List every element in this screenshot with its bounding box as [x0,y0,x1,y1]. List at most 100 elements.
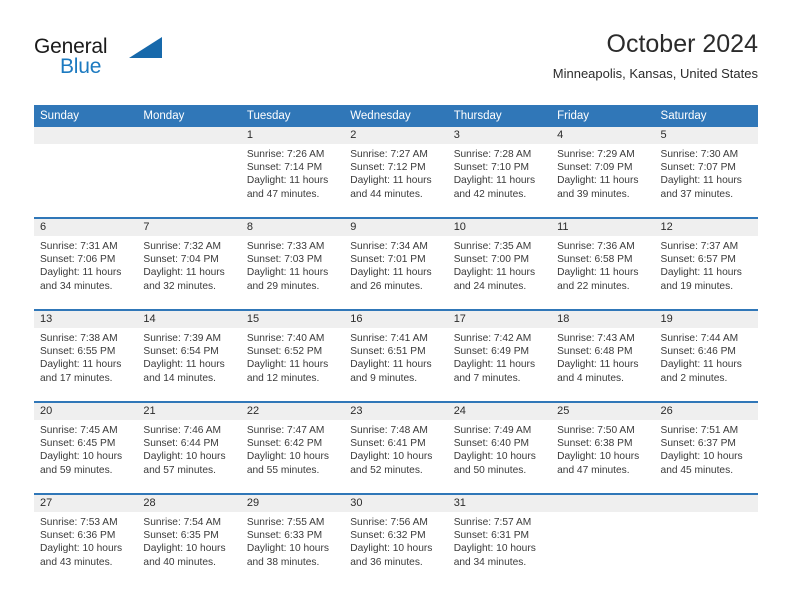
day-details: Sunrise: 7:56 AM Sunset: 6:32 PM Daylight:… [344,512,447,569]
sunset-text: Sunset: 7:01 PM [350,254,426,266]
sunrise-text: Sunrise: 7:43 AM [557,333,635,344]
day-number: 12 [654,219,758,236]
calendar-cell-day[interactable]: 9 Sunrise: 7:34 AM Sunset: 7:01 PM Daylight… [344,217,448,310]
day-number: 28 [137,495,241,512]
daylight-text-line1: Daylight: 10 hours [453,451,536,463]
calendar-cell-day[interactable]: 24 Sunrise: 7:49 AM Sunset: 6:40 PM Dayligh… [447,401,552,494]
daylight-text-line1: Daylight: 10 hours [40,451,123,463]
daylight-text-line2: and 26 minutes. [350,280,423,292]
calendar-cell-day[interactable]: 31 Sunrise: 7:57 AM Sunset: 6:31 PM Dayligh… [447,493,552,585]
daylight-text-line2: and 47 minutes. [557,464,630,476]
general-blue-logo[interactable]: General Blue [34,36,224,92]
daylight-text-line2: and 55 minutes. [246,464,320,476]
calendar-cell-day[interactable]: 26 Sunrise: 7:51 AM Sunset: 6:37 PM Dayligh… [654,401,758,494]
calendar-cell-day[interactable]: 1 Sunrise: 7:26 AM Sunset: 7:14 PM Daylight… [240,127,345,218]
weekday-header-tuesday: Tuesday [240,105,345,127]
day-details: Sunrise: 7:38 AM Sunset: 6:55 PM Daylight:… [34,328,137,385]
daylight-text-line2: and 19 minutes. [660,280,734,292]
daylight-text-line1: Daylight: 11 hours [40,267,122,279]
calendar-cell-day[interactable]: 7 Sunrise: 7:32 AM Sunset: 7:04 PM Daylight… [137,217,241,310]
calendar-header-row: Sunday Monday Tuesday Wednesday Thursday… [34,105,758,127]
calendar-cell-day[interactable]: 8 Sunrise: 7:33 AM Sunset: 7:03 PM Daylight… [240,217,345,310]
calendar-cell-day[interactable]: 25 Sunrise: 7:50 AM Sunset: 6:38 PM Dayligh… [551,401,655,494]
calendar-cell-day[interactable]: 18 Sunrise: 7:43 AM Sunset: 6:48 PM Dayligh… [551,309,655,402]
day-details: Sunrise: 7:29 AM Sunset: 7:09 PM Daylight:… [551,144,654,201]
day-number: 4 [551,127,655,144]
day-details: Sunrise: 7:46 AM Sunset: 6:44 PM Daylight:… [137,420,240,477]
day-details: Sunrise: 7:40 AM Sunset: 6:52 PM Daylight:… [241,328,344,385]
day-details: Sunrise: 7:33 AM Sunset: 7:03 PM Daylight:… [241,236,344,293]
day-details: Sunrise: 7:37 AM Sunset: 6:57 PM Daylight:… [655,236,758,293]
triangle-icon [129,37,162,58]
daylight-text-line2: and 12 minutes. [246,372,320,384]
sunset-text: Sunset: 7:04 PM [143,254,219,266]
calendar-cell-day[interactable]: 14 Sunrise: 7:39 AM Sunset: 6:54 PM Dayligh… [137,309,241,402]
sunrise-text: Sunrise: 7:41 AM [350,333,428,344]
calendar-cell-day[interactable]: 4 Sunrise: 7:29 AM Sunset: 7:09 PM Daylight… [551,127,655,218]
sunrise-text: Sunrise: 7:42 AM [453,333,532,344]
sunrise-text: Sunrise: 7:36 AM [557,241,635,252]
sunset-text: Sunset: 7:00 PM [453,254,530,266]
day-details: Sunrise: 7:41 AM Sunset: 6:51 PM Daylight:… [344,328,447,385]
daylight-text-line1: Daylight: 11 hours [350,175,432,187]
calendar-cell-day[interactable]: 12 Sunrise: 7:37 AM Sunset: 6:57 PM Dayligh… [654,217,758,310]
calendar-cell-day[interactable]: 5 Sunrise: 7:30 AM Sunset: 7:07 PM Daylight… [654,127,758,218]
sunrise-text: Sunrise: 7:55 AM [246,517,325,528]
calendar-cell-day[interactable]: 27 Sunrise: 7:53 AM Sunset: 6:36 PM Dayligh… [34,493,138,585]
weekday-header-monday: Monday [137,105,241,127]
sunrise-text: Sunrise: 7:27 AM [350,149,428,160]
calendar-week-row: 20 Sunrise: 7:45 AM Sunset: 6:45 PM Dayligh… [34,401,758,494]
calendar-cell-day[interactable]: 15 Sunrise: 7:40 AM Sunset: 6:52 PM Dayligh… [240,309,345,402]
daylight-text-line2: and 7 minutes. [453,372,521,384]
daylight-text-line2: and 32 minutes. [143,280,216,292]
calendar-cell-day[interactable]: 29 Sunrise: 7:55 AM Sunset: 6:33 PM Dayligh… [240,493,345,585]
daylight-text-line2: and 40 minutes. [143,556,216,568]
sunset-text: Sunset: 6:44 PM [143,438,219,450]
sunset-text: Sunset: 6:42 PM [246,438,323,450]
sunrise-text: Sunrise: 7:39 AM [143,333,222,344]
day-details: Sunrise: 7:51 AM Sunset: 6:37 PM Daylight:… [655,420,758,477]
daylight-text-line2: and 44 minutes. [350,188,423,200]
calendar-cell-day[interactable]: 3 Sunrise: 7:28 AM Sunset: 7:10 PM Daylight… [447,127,552,218]
calendar-cell-day[interactable]: 20 Sunrise: 7:45 AM Sunset: 6:45 PM Dayligh… [34,401,138,494]
day-number: 26 [654,403,758,420]
sunset-text: Sunset: 6:40 PM [453,438,530,450]
daylight-text-line1: Daylight: 10 hours [246,451,329,463]
calendar-cell-day[interactable]: 17 Sunrise: 7:42 AM Sunset: 6:49 PM Dayligh… [447,309,552,402]
calendar-cell-day[interactable]: 22 Sunrise: 7:47 AM Sunset: 6:42 PM Dayligh… [240,401,345,494]
sunrise-text: Sunrise: 7:40 AM [246,333,325,344]
day-number: 21 [137,403,241,420]
day-number: 16 [344,311,448,328]
daylight-text-line2: and 39 minutes. [557,188,630,200]
calendar-cell-day[interactable]: 21 Sunrise: 7:46 AM Sunset: 6:44 PM Dayligh… [137,401,241,494]
sunrise-text: Sunrise: 7:28 AM [453,149,532,160]
daylight-text-line1: Daylight: 11 hours [350,267,432,279]
calendar-cell-day[interactable]: 6 Sunrise: 7:31 AM Sunset: 7:06 PM Daylight… [34,217,138,310]
sunrise-text: Sunrise: 7:34 AM [350,241,428,252]
sunset-text: Sunset: 7:10 PM [453,162,530,174]
calendar-cell-day[interactable]: 16 Sunrise: 7:41 AM Sunset: 6:51 PM Dayligh… [344,309,448,402]
day-number: 17 [447,311,552,328]
day-details: Sunrise: 7:49 AM Sunset: 6:40 PM Daylight:… [448,420,551,477]
day-number: 20 [34,403,138,420]
daylight-text-line1: Daylight: 11 hours [246,359,329,371]
calendar-cell-day[interactable]: 10 Sunrise: 7:35 AM Sunset: 7:00 PM Dayligh… [447,217,552,310]
sunrise-text: Sunrise: 7:54 AM [143,517,222,528]
sunrise-text: Sunrise: 7:37 AM [660,241,739,252]
calendar-cell-day[interactable]: 13 Sunrise: 7:38 AM Sunset: 6:55 PM Dayligh… [34,309,138,402]
calendar-cell-day[interactable]: 28 Sunrise: 7:54 AM Sunset: 6:35 PM Dayligh… [137,493,241,585]
calendar-cell-day[interactable]: 11 Sunrise: 7:36 AM Sunset: 6:58 PM Dayligh… [551,217,655,310]
sunset-text: Sunset: 7:14 PM [246,162,323,174]
daylight-text-line1: Daylight: 11 hours [40,359,122,371]
calendar-cell-day[interactable]: 2 Sunrise: 7:27 AM Sunset: 7:12 PM Daylight… [344,127,448,218]
calendar-week-row: 27 Sunrise: 7:53 AM Sunset: 6:36 PM Dayligh… [34,493,758,585]
sunset-text: Sunset: 6:51 PM [350,346,426,358]
page-title: October 2024 [606,30,759,58]
calendar-cell-day[interactable]: 23 Sunrise: 7:48 AM Sunset: 6:41 PM Dayligh… [344,401,448,494]
daylight-text-line2: and 2 minutes. [660,372,728,384]
daylight-text-line2: and 22 minutes. [557,280,630,292]
day-number [551,495,655,512]
daylight-text-line1: Daylight: 11 hours [557,359,639,371]
calendar-cell-day[interactable]: 30 Sunrise: 7:56 AM Sunset: 6:32 PM Dayligh… [344,493,448,585]
calendar-cell-day[interactable]: 19 Sunrise: 7:44 AM Sunset: 6:46 PM Dayligh… [654,309,758,402]
